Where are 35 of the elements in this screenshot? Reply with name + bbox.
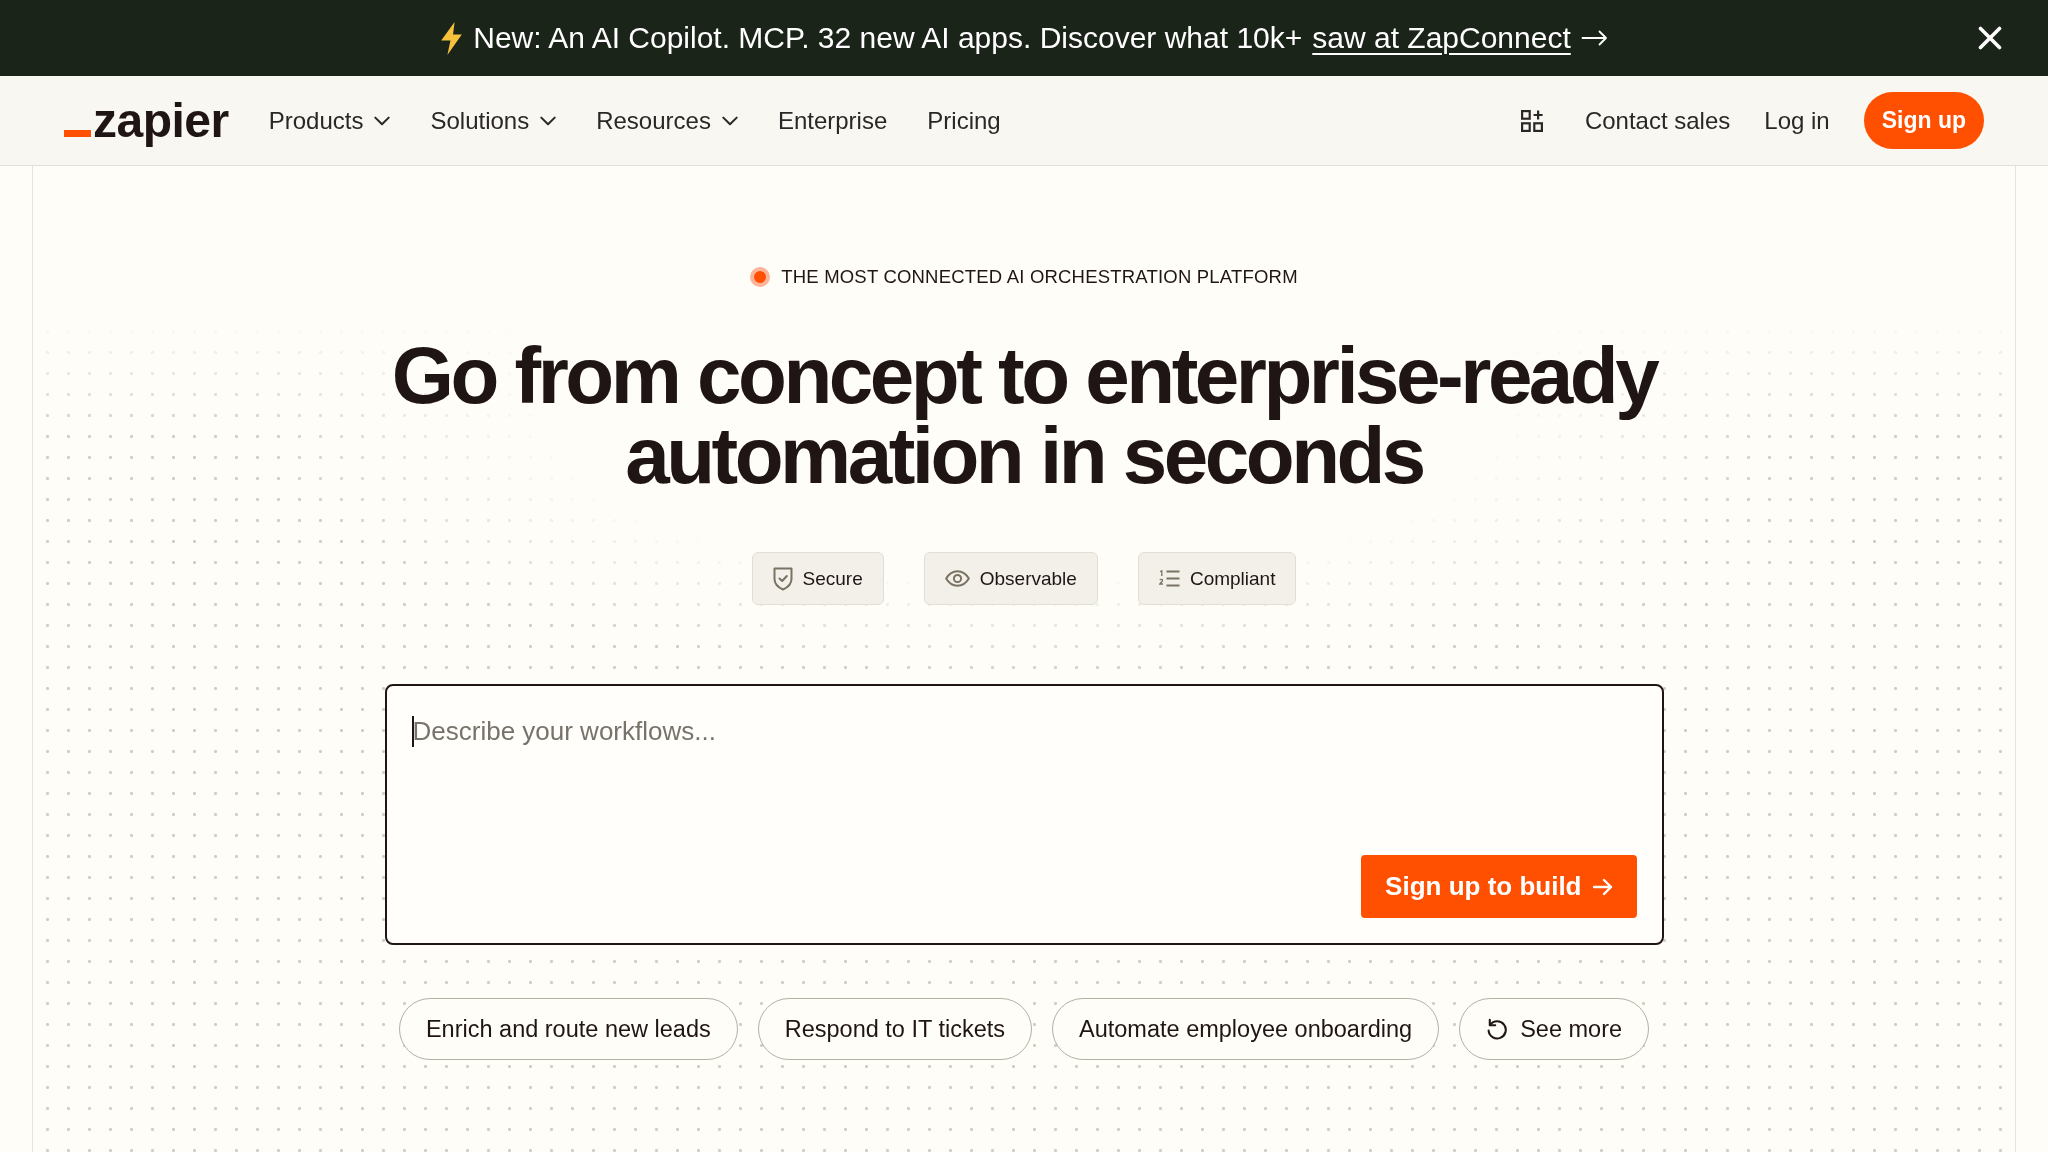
eyebrow-text: THE MOST CONNECTED AI ORCHESTRATION PLATFORM xyxy=(781,265,1298,289)
logo-link[interactable]: zapier xyxy=(64,96,229,145)
refresh-icon xyxy=(1486,1018,1509,1040)
suggestion-chip[interactable]: Respond to IT tickets xyxy=(757,998,1033,1060)
arrow-right-icon xyxy=(1580,30,1608,46)
underscore-bar-icon xyxy=(64,129,91,137)
numbered-list-icon xyxy=(1158,570,1180,587)
nav-menu-link[interactable]: Solutions xyxy=(430,106,557,135)
chevron-down-icon xyxy=(721,115,738,126)
apps-button[interactable] xyxy=(1520,109,1543,132)
nav-link[interactable]: Enterprise xyxy=(777,106,888,135)
grid-plus-icon xyxy=(1520,109,1543,132)
chevron-down-icon xyxy=(374,115,391,126)
announcement-text: New: An AI Copilot. MCP. 32 new AI apps. Discover what 10k+ xyxy=(473,21,1303,55)
feature-button[interactable]: Secure xyxy=(751,552,884,605)
hero-heading: Go from concept to enterprise-ready automation in seconds xyxy=(390,336,1659,496)
suggestion-chip[interactable]: Enrich and route new leads xyxy=(398,998,738,1060)
close-icon xyxy=(1978,26,2002,50)
announcement-link[interactable]: saw at ZapConnect xyxy=(1312,21,1571,55)
nav-menu-link[interactable]: Products xyxy=(268,106,391,135)
nav-link[interactable]: Log in xyxy=(1764,106,1830,135)
close-button[interactable] xyxy=(1978,26,2002,50)
nav-link[interactable]: Contact sales xyxy=(1584,106,1731,135)
suggestion-chip[interactable]: Automate employee onboarding xyxy=(1052,998,1440,1060)
eye-icon xyxy=(944,570,970,587)
pulse-dot-icon xyxy=(750,267,771,287)
nav-link[interactable]: Pricing xyxy=(927,106,1001,135)
feature-button[interactable]: Compliant xyxy=(1137,552,1297,605)
shield-check-icon xyxy=(772,566,793,591)
chevron-down-icon xyxy=(540,115,557,126)
see-more-button[interactable]: See more xyxy=(1459,998,1650,1060)
arrow-right-icon xyxy=(1592,877,1613,896)
lightning-bolt-icon xyxy=(440,21,464,55)
feature-button[interactable]: Observable xyxy=(923,552,1098,605)
nav-menu-link[interactable]: Resources xyxy=(596,106,738,135)
